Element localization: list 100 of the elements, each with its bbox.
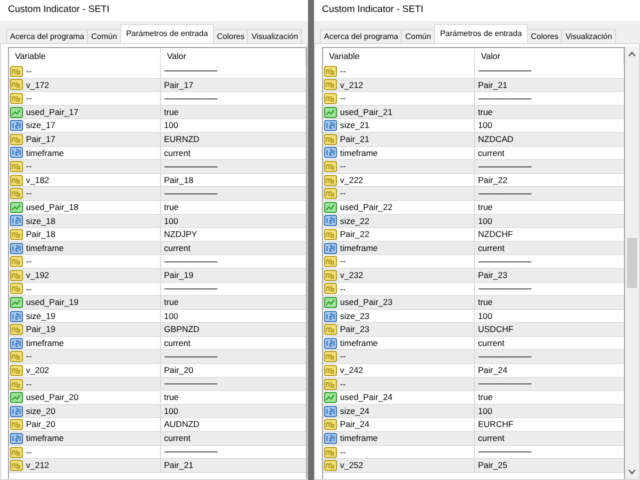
string-type-icon	[10, 256, 23, 268]
value-cell-text: 100	[477, 310, 494, 322]
scroll-down-icon[interactable]	[628, 469, 636, 475]
string-type-icon	[324, 174, 337, 186]
string-type-icon	[324, 161, 337, 172]
integer-type-icon	[324, 147, 337, 158]
value-cell-text: true	[163, 106, 180, 119]
string-type-icon	[324, 324, 337, 336]
variable-name: --	[340, 160, 346, 173]
string-type-icon	[324, 283, 337, 294]
value-cell-text: Pair_22	[477, 174, 508, 186]
variable-name: Pair_17	[26, 132, 56, 146]
variable-name: size_22	[340, 214, 370, 228]
value-cell-text: current	[477, 242, 506, 254]
variable-name: used_Pair_18	[26, 200, 78, 214]
variable-name: Pair_22	[340, 228, 370, 241]
value-cell-text: ------------------------------------	[163, 65, 218, 78]
string-type-icon	[10, 270, 23, 281]
value-cell-text: NZDCHF	[477, 228, 514, 241]
variable-name: size_24	[340, 404, 370, 418]
integer-type-icon	[324, 406, 337, 417]
variable-name: used_Pair_21	[340, 106, 392, 119]
variable-name: --	[340, 282, 346, 296]
variable-name: Pair_18	[26, 228, 56, 241]
variable-name: --	[26, 255, 32, 268]
value-cell-text: true	[163, 391, 180, 404]
tab[interactable]: Visualización	[247, 29, 302, 43]
variable-name: v_182	[26, 174, 50, 186]
boolean-type-icon	[10, 392, 23, 404]
variable-name: --	[26, 350, 32, 364]
value-cell-text: true	[477, 391, 494, 404]
string-type-icon	[324, 364, 337, 376]
value-cell-text: ------------------------------------	[477, 446, 532, 458]
value-cell-text: Pair_21	[163, 459, 194, 472]
boolean-type-icon	[10, 296, 23, 308]
value-cell-text: true	[477, 200, 494, 214]
value-cell-text: ------------------------------------	[477, 350, 532, 363]
variable-name: Pair_19	[26, 323, 56, 336]
value-cell-text: ------------------------------------	[477, 188, 532, 200]
value-cell-text: NZDCAD	[477, 132, 514, 146]
variable-name: v_222	[340, 174, 364, 186]
variable-name: v_242	[340, 364, 364, 377]
variable-name: size_17	[26, 119, 56, 132]
variable-name: v_252	[340, 459, 364, 472]
value-cell-text: true	[163, 200, 180, 214]
value-cell-text: ------------------------------------	[477, 256, 532, 268]
string-type-icon	[10, 324, 23, 336]
variable-name: --	[340, 92, 346, 105]
variable-name: --	[340, 378, 346, 390]
string-type-icon	[10, 283, 23, 294]
column-header: Valor	[161, 48, 306, 65]
value-cell-text: ------------------------------------	[163, 188, 218, 200]
string-type-icon	[10, 93, 23, 104]
value-cell-text: ------------------------------------	[477, 378, 532, 390]
value-cell-text: ------------------------------------	[477, 160, 532, 173]
variable-name: Pair_23	[340, 323, 370, 336]
value-cell-text: 100	[163, 119, 180, 132]
value-cell-text: ------------------------------------	[477, 282, 532, 295]
value-cell-text: 100	[477, 214, 494, 228]
scroll-up-icon[interactable]	[628, 51, 636, 57]
string-type-icon	[10, 446, 23, 458]
integer-type-icon	[324, 310, 337, 322]
variable-name: size_19	[26, 310, 56, 322]
variable-name: --	[340, 446, 346, 458]
variable-name: v_192	[26, 268, 50, 282]
scrollbar-thumb[interactable]	[627, 238, 637, 288]
variable-name: v_212	[26, 459, 50, 472]
integer-type-icon	[10, 338, 23, 349]
value-cell-text: 100	[163, 214, 180, 228]
column-header: Variable	[9, 48, 161, 65]
value-cell-text: ------------------------------------	[163, 350, 218, 363]
value-cell-text: AUDNZD	[163, 418, 200, 432]
value-cell-text: ------------------------------------	[163, 92, 218, 105]
value-cell-text: 100	[163, 310, 180, 322]
value-cell-text: NZDJPY	[163, 228, 198, 241]
variable-name: size_23	[340, 310, 370, 322]
value-cell-text: Pair_18	[163, 174, 194, 186]
variable-name: v_212	[340, 78, 364, 92]
value-cell-text: 100	[163, 404, 180, 418]
string-type-icon	[10, 66, 23, 77]
value-cell-text: Pair_20	[163, 364, 194, 377]
variable-name: --	[340, 65, 346, 78]
variable-name: --	[26, 187, 32, 200]
value-cell-text: ------------------------------------	[163, 378, 218, 390]
variable-name: timeframe	[26, 242, 64, 254]
value-cell-text: true	[163, 296, 180, 309]
variable-name: Pair_21	[340, 132, 370, 146]
tab[interactable]: Parámetros de entrada	[120, 24, 214, 43]
tab[interactable]: Acerca del programa	[320, 29, 402, 43]
string-type-icon	[10, 378, 23, 390]
string-type-icon	[324, 188, 337, 200]
tab[interactable]: Parámetros de entrada	[434, 24, 528, 43]
variable-name: --	[26, 92, 32, 105]
integer-type-icon	[10, 215, 23, 226]
string-type-icon	[324, 351, 337, 362]
value-cell-text: GBPNZD	[163, 323, 200, 336]
window-title: Custom Indicator - SETI	[0, 0, 308, 21]
tab[interactable]: Visualización	[561, 29, 616, 43]
variable-name: --	[26, 446, 32, 458]
tab[interactable]: Acerca del programa	[6, 29, 88, 43]
